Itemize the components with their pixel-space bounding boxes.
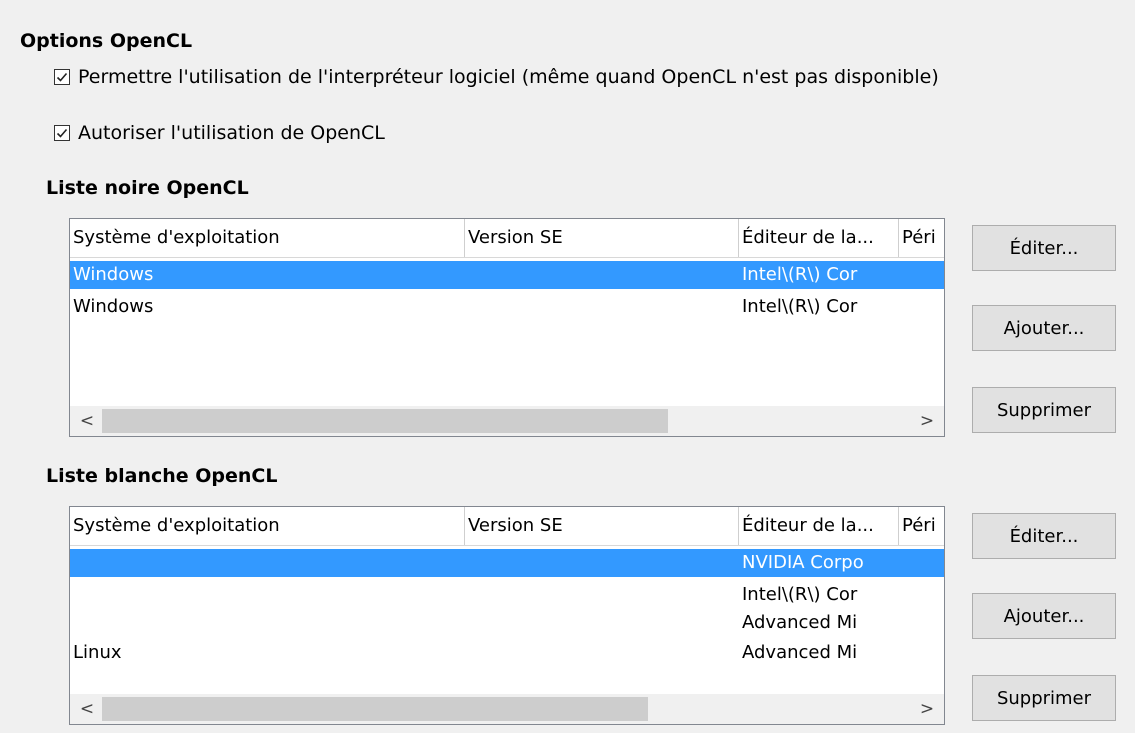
scroll-left-arrow[interactable]: < — [72, 406, 102, 436]
blacklist-edit-button[interactable]: Éditer... — [972, 225, 1116, 271]
blacklist-horizontal-scrollbar[interactable]: < > — [70, 406, 944, 436]
whitelist-add-button[interactable]: Ajouter... — [972, 593, 1116, 639]
column-header-os-version[interactable]: Version SE — [465, 219, 739, 257]
blacklist-table-header: Système d'exploitation Version SE Éditeu… — [70, 219, 944, 259]
whitelist-edit-button[interactable]: Éditer... — [972, 513, 1116, 559]
options-heading: Options OpenCL — [20, 30, 193, 52]
column-header-vendor[interactable]: Éditeur de la... — [739, 507, 899, 545]
scroll-right-arrow[interactable]: > — [912, 406, 942, 436]
scroll-right-arrow[interactable]: > — [912, 694, 942, 724]
cell-os: Windows — [73, 296, 154, 317]
blacklist-table[interactable]: Système d'exploitation Version SE Éditeu… — [69, 218, 945, 437]
table-row[interactable]: NVIDIA Corpo — [70, 549, 944, 577]
cell-os: Windows — [73, 264, 154, 285]
cell-os: Linux — [73, 642, 122, 663]
blacklist-heading: Liste noire OpenCL — [46, 177, 249, 199]
cell-vendor: NVIDIA Corpo — [742, 552, 864, 573]
column-header-device[interactable]: Péri — [899, 507, 944, 545]
table-row[interactable]: Intel\(R\) Cor — [70, 581, 944, 609]
check-icon — [56, 128, 68, 138]
whitelist-heading: Liste blanche OpenCL — [46, 465, 278, 487]
table-row[interactable]: Windows Intel\(R\) Cor — [70, 261, 944, 289]
check-icon — [56, 72, 68, 82]
software-interpreter-checkbox[interactable] — [54, 69, 70, 85]
allow-opencl-label: Autoriser l'utilisation de OpenCL — [78, 122, 385, 144]
scrollbar-thumb[interactable] — [102, 697, 648, 721]
scroll-left-arrow[interactable]: < — [72, 694, 102, 724]
whitelist-table-header: Système d'exploitation Version SE Éditeu… — [70, 507, 944, 547]
scrollbar-thumb[interactable] — [102, 409, 668, 433]
whitelist-table[interactable]: Système d'exploitation Version SE Éditeu… — [69, 506, 945, 725]
cell-vendor: Intel\(R\) Cor — [742, 264, 858, 285]
column-header-vendor[interactable]: Éditeur de la... — [739, 219, 899, 257]
table-row[interactable]: Windows Intel\(R\) Cor — [70, 293, 944, 321]
whitelist-remove-button[interactable]: Supprimer — [972, 675, 1116, 721]
software-interpreter-label: Permettre l'utilisation de l'interpréteu… — [78, 66, 939, 88]
software-interpreter-checkbox-row[interactable]: Permettre l'utilisation de l'interpréteu… — [54, 66, 939, 88]
blacklist-remove-button[interactable]: Supprimer — [972, 387, 1116, 433]
cell-vendor: Intel\(R\) Cor — [742, 296, 858, 317]
column-header-os[interactable]: Système d'exploitation — [70, 219, 465, 257]
table-row[interactable]: Linux Advanced Mi — [70, 639, 944, 667]
cell-vendor: Advanced Mi — [742, 612, 858, 633]
allow-opencl-checkbox-row[interactable]: Autoriser l'utilisation de OpenCL — [54, 122, 385, 144]
table-row[interactable]: Advanced Mi — [70, 609, 944, 637]
blacklist-add-button[interactable]: Ajouter... — [972, 305, 1116, 351]
cell-vendor: Intel\(R\) Cor — [742, 584, 858, 605]
column-header-os-version[interactable]: Version SE — [465, 507, 739, 545]
whitelist-horizontal-scrollbar[interactable]: < > — [70, 694, 944, 724]
allow-opencl-checkbox[interactable] — [54, 125, 70, 141]
cell-vendor: Advanced Mi — [742, 642, 858, 663]
column-header-device[interactable]: Péri — [899, 219, 944, 257]
column-header-os[interactable]: Système d'exploitation — [70, 507, 465, 545]
